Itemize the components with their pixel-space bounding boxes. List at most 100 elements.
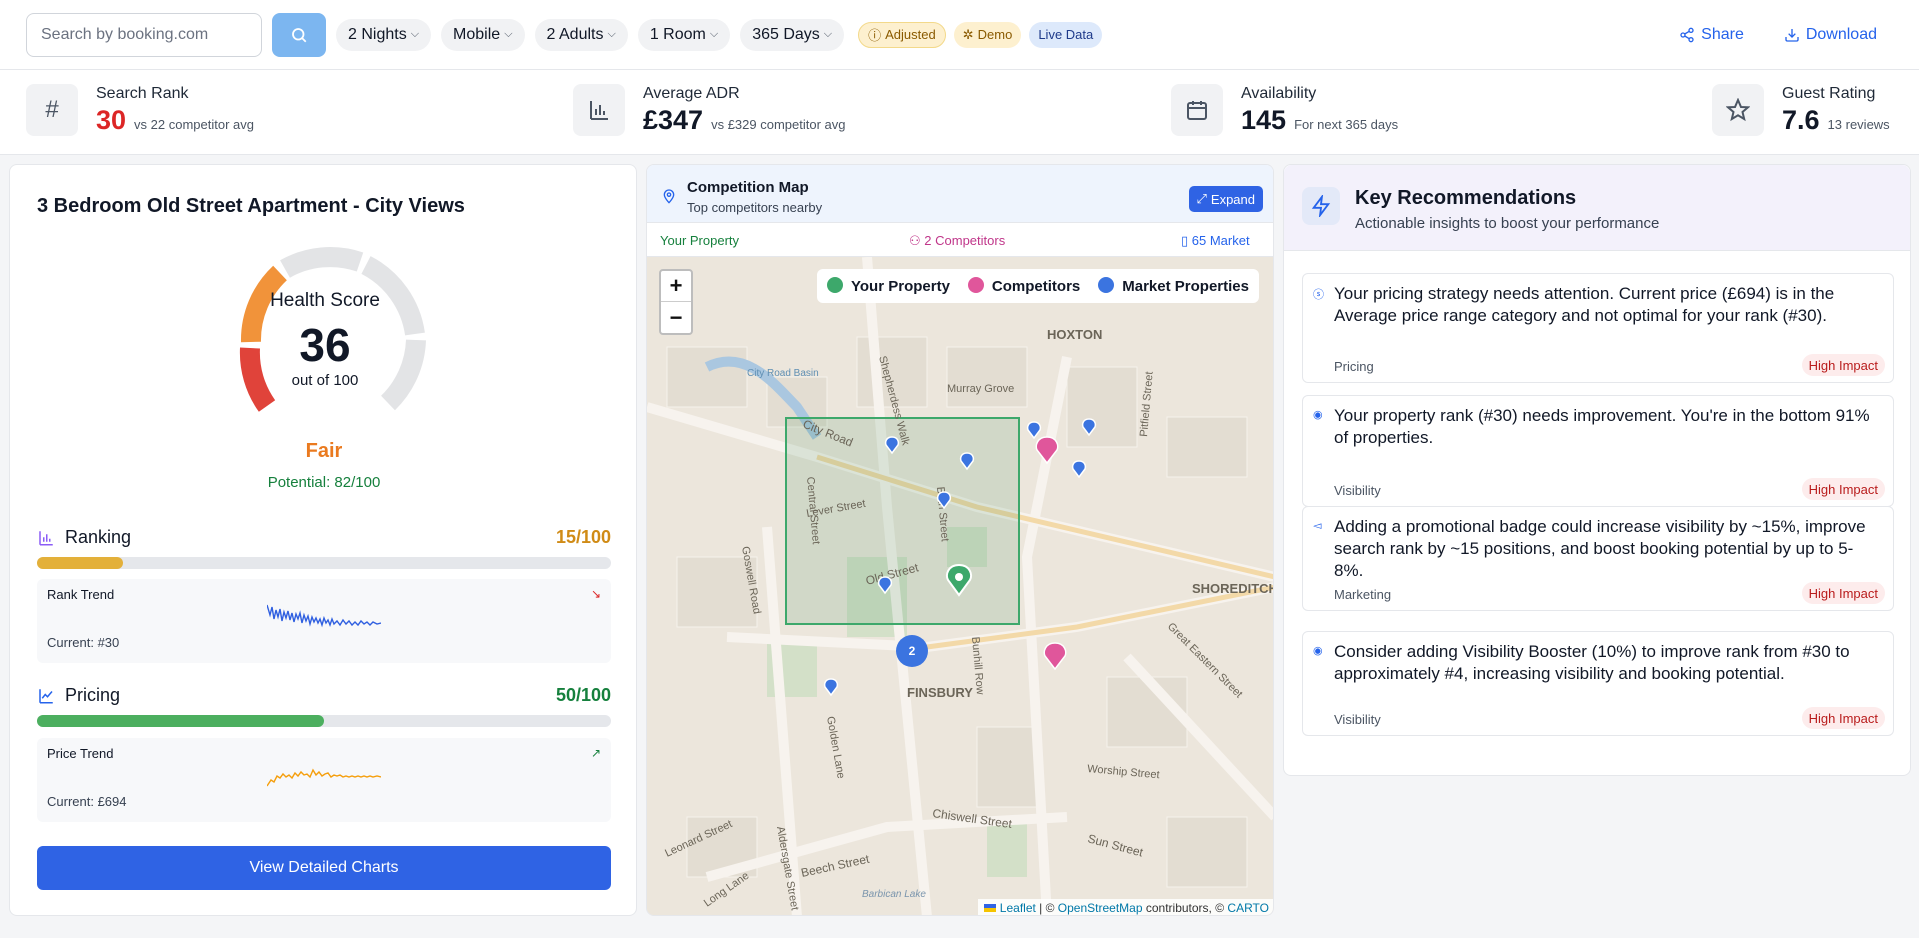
leaflet-link[interactable]: Leaflet	[1000, 901, 1036, 915]
guest-rating-stat: Guest Rating 7.6 13 reviews	[1712, 84, 1890, 136]
map-canvas[interactable]: HOXTON SHOREDITCH FINSBURY City Road Bas…	[647, 257, 1274, 915]
map-label-hoxton: HOXTON	[1047, 327, 1102, 342]
download-icon	[1785, 28, 1799, 42]
device-select[interactable]: Mobile ⌵	[441, 18, 525, 51]
adr-sub: vs £329 competitor avg	[711, 116, 846, 132]
search-rank-sub: vs 22 competitor avg	[134, 116, 254, 132]
eye-icon: ◉	[1313, 645, 1323, 657]
map-label-finsbury: FINSBURY	[907, 685, 973, 700]
recommendation-card[interactable]: ◅ Adding a promotional badge could incre…	[1302, 506, 1894, 611]
building-icon: ▯	[1181, 233, 1192, 248]
recommendations-title: Key Recommendations	[1355, 187, 1577, 209]
legend-competitors: Competitors	[967, 277, 1081, 295]
adults-label: 2 Adults	[546, 25, 604, 43]
adjusted-label: Adjusted	[885, 27, 936, 42]
ranking-chart-icon	[39, 530, 53, 545]
your-property-pin-dot	[955, 573, 963, 581]
lightning-icon	[1302, 187, 1340, 225]
osm-link[interactable]: OpenStreetMap	[1058, 901, 1143, 915]
download-label: Download	[1805, 25, 1877, 43]
health-status: Fair	[305, 440, 343, 462]
star-icon	[1712, 84, 1764, 136]
attribution-text: contributors, ©	[1145, 901, 1225, 915]
recommendation-card[interactable]: ◉ Your property rank (#30) needs improve…	[1302, 395, 1894, 507]
chevron-down-icon: ⌵	[607, 28, 616, 40]
days-select[interactable]: 365 Days ⌵	[740, 18, 845, 51]
zoom-out-button[interactable]: −	[661, 302, 691, 333]
recommendation-category: Visibility	[1334, 712, 1381, 727]
sparkle-icon: ✲	[962, 26, 974, 42]
search-input[interactable]	[26, 12, 262, 57]
legend-dot	[1098, 277, 1115, 293]
chevron-down-icon: ⌵	[410, 28, 420, 40]
map-label-city-road-basin: City Road Basin	[747, 368, 819, 379]
carto-link[interactable]: CARTO	[1227, 901, 1269, 915]
health-score-title: Health Score	[270, 290, 380, 311]
rank-current: Current: #30	[47, 635, 120, 650]
calendar-icon	[1171, 84, 1223, 136]
recommendation-category: Visibility	[1334, 483, 1381, 498]
map-title: Competition Map	[687, 179, 809, 196]
ranking-bar	[37, 557, 611, 569]
impact-badge: High Impact	[1801, 707, 1885, 729]
pricing-score: 50/100	[555, 685, 611, 705]
map-subtitle: Top competitors nearby	[687, 200, 823, 215]
market-link[interactable]: ▯ 65 Market	[1181, 233, 1250, 249]
dollar-icon: ⓢ	[1313, 289, 1324, 301]
recommendation-text: Adding a promotional badge could increas…	[1334, 517, 1866, 580]
health-potential: Potential: 82/100	[267, 474, 381, 491]
map-label-shoreditch: SHOREDITCH	[1192, 581, 1274, 596]
guest-rating-sub: 13 reviews	[1827, 116, 1890, 132]
expand-label: Expand	[1210, 191, 1255, 207]
download-button[interactable]: Download	[1784, 26, 1877, 44]
ranking-header: Ranking 15/100	[37, 527, 611, 548]
legend-your-property-label: Your Property	[851, 278, 950, 295]
map-cluster-marker[interactable]: 2	[896, 635, 928, 667]
adr-stat: Average ADR £347 vs £329 competitor avg	[573, 84, 845, 136]
search-button[interactable]	[272, 12, 326, 57]
share-label: Share	[1701, 25, 1744, 43]
toolbar-actions: Share Download	[1679, 26, 1893, 44]
map-label-barbican-lake: Barbican Lake	[862, 889, 926, 900]
health-gauge: Health Score 36 out of 100	[220, 238, 430, 428]
impact-badge: High Impact	[1801, 478, 1885, 500]
map-summary-row: Your Property ⚇ 2 Competitors ▯ 65 Marke…	[647, 223, 1273, 257]
view-detailed-charts-button[interactable]: View Detailed Charts	[37, 846, 611, 890]
pricing-name: Pricing	[65, 685, 121, 705]
availability-sub: For next 365 days	[1294, 116, 1399, 132]
adults-select[interactable]: 2 Adults ⌵	[534, 18, 628, 51]
chevron-down-icon: ⌵	[823, 28, 833, 40]
recommendations-panel: Key Recommendations Actionable insights …	[1283, 164, 1911, 776]
expand-button[interactable]: ⤢ Expand	[1188, 186, 1263, 212]
map-legend: Your Property Competitors Market Propert…	[817, 269, 1259, 303]
nights-label: 2 Nights	[348, 25, 407, 43]
demo-badge: ✲ Demo	[953, 21, 1022, 48]
eye-icon: ◉	[1313, 409, 1323, 421]
competitors-link[interactable]: ⚇ 2 Competitors	[909, 233, 1005, 249]
recommendation-text: Your pricing strategy needs attention. C…	[1334, 284, 1835, 325]
health-score-sub: out of 100	[291, 372, 359, 389]
adr-label: Average ADR	[643, 84, 740, 102]
recommendation-card[interactable]: ⓢ Your pricing strategy needs attention.…	[1302, 273, 1894, 383]
recommendation-category: Pricing	[1334, 359, 1374, 374]
zoom-controls: + −	[659, 269, 693, 335]
info-icon: ⓘ	[868, 28, 882, 43]
your-property-link[interactable]: Your Property	[660, 233, 739, 248]
rooms-select[interactable]: 1 Room ⌵	[637, 18, 731, 51]
legend-competitors-label: Competitors	[991, 278, 1081, 295]
rank-trend-box: Rank Trend ↘ Current: #30	[37, 579, 611, 663]
share-button[interactable]: Share	[1679, 26, 1744, 44]
recommendation-card[interactable]: ◉ Consider adding Visibility Booster (10…	[1302, 631, 1894, 736]
ranking-bar-fill	[37, 557, 124, 569]
price-trend-label: Price Trend	[47, 746, 114, 761]
map-header: Competition Map Top competitors nearby ⤢…	[647, 165, 1273, 223]
map-tiles: HOXTON SHOREDITCH FINSBURY City Road Bas…	[647, 257, 1274, 915]
zoom-in-button[interactable]: +	[661, 271, 691, 302]
megaphone-icon: ◅	[1313, 520, 1322, 532]
price-current: Current: £694	[47, 794, 127, 809]
competition-map-panel: Competition Map Top competitors nearby ⤢…	[646, 164, 1274, 916]
line-chart-icon	[39, 688, 53, 703]
live-data-badge: Live Data	[1029, 21, 1103, 48]
nights-select[interactable]: 2 Nights ⌵	[336, 18, 432, 51]
ranking-score: 15/100	[555, 527, 611, 547]
